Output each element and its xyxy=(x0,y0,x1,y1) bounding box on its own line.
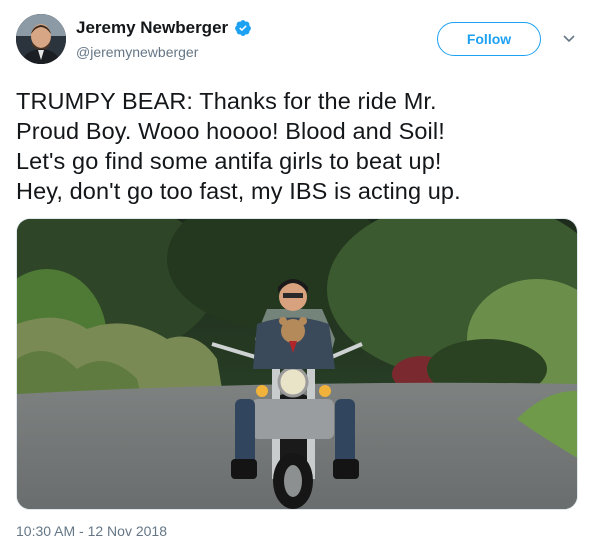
tweet-text: TRUMPY BEAR: Thanks for the ride Mr. Pro… xyxy=(16,88,461,204)
profile-avatar xyxy=(16,14,66,64)
author-display-name[interactable]: Jeremy Newberger xyxy=(76,18,228,38)
motorcycle-rider-video-still xyxy=(17,219,577,509)
author-handle[interactable]: @jeremynewberger xyxy=(76,44,198,60)
tweet-timestamp[interactable]: 10:30 AM - 12 Nov 2018 xyxy=(16,523,167,539)
follow-button[interactable]: Follow xyxy=(437,22,541,56)
author-name-row: Jeremy Newberger xyxy=(76,18,252,38)
avatar[interactable] xyxy=(16,14,66,64)
verified-badge-icon xyxy=(235,20,252,36)
chevron-down-icon[interactable] xyxy=(562,34,576,44)
tweet-media[interactable] xyxy=(16,218,578,510)
